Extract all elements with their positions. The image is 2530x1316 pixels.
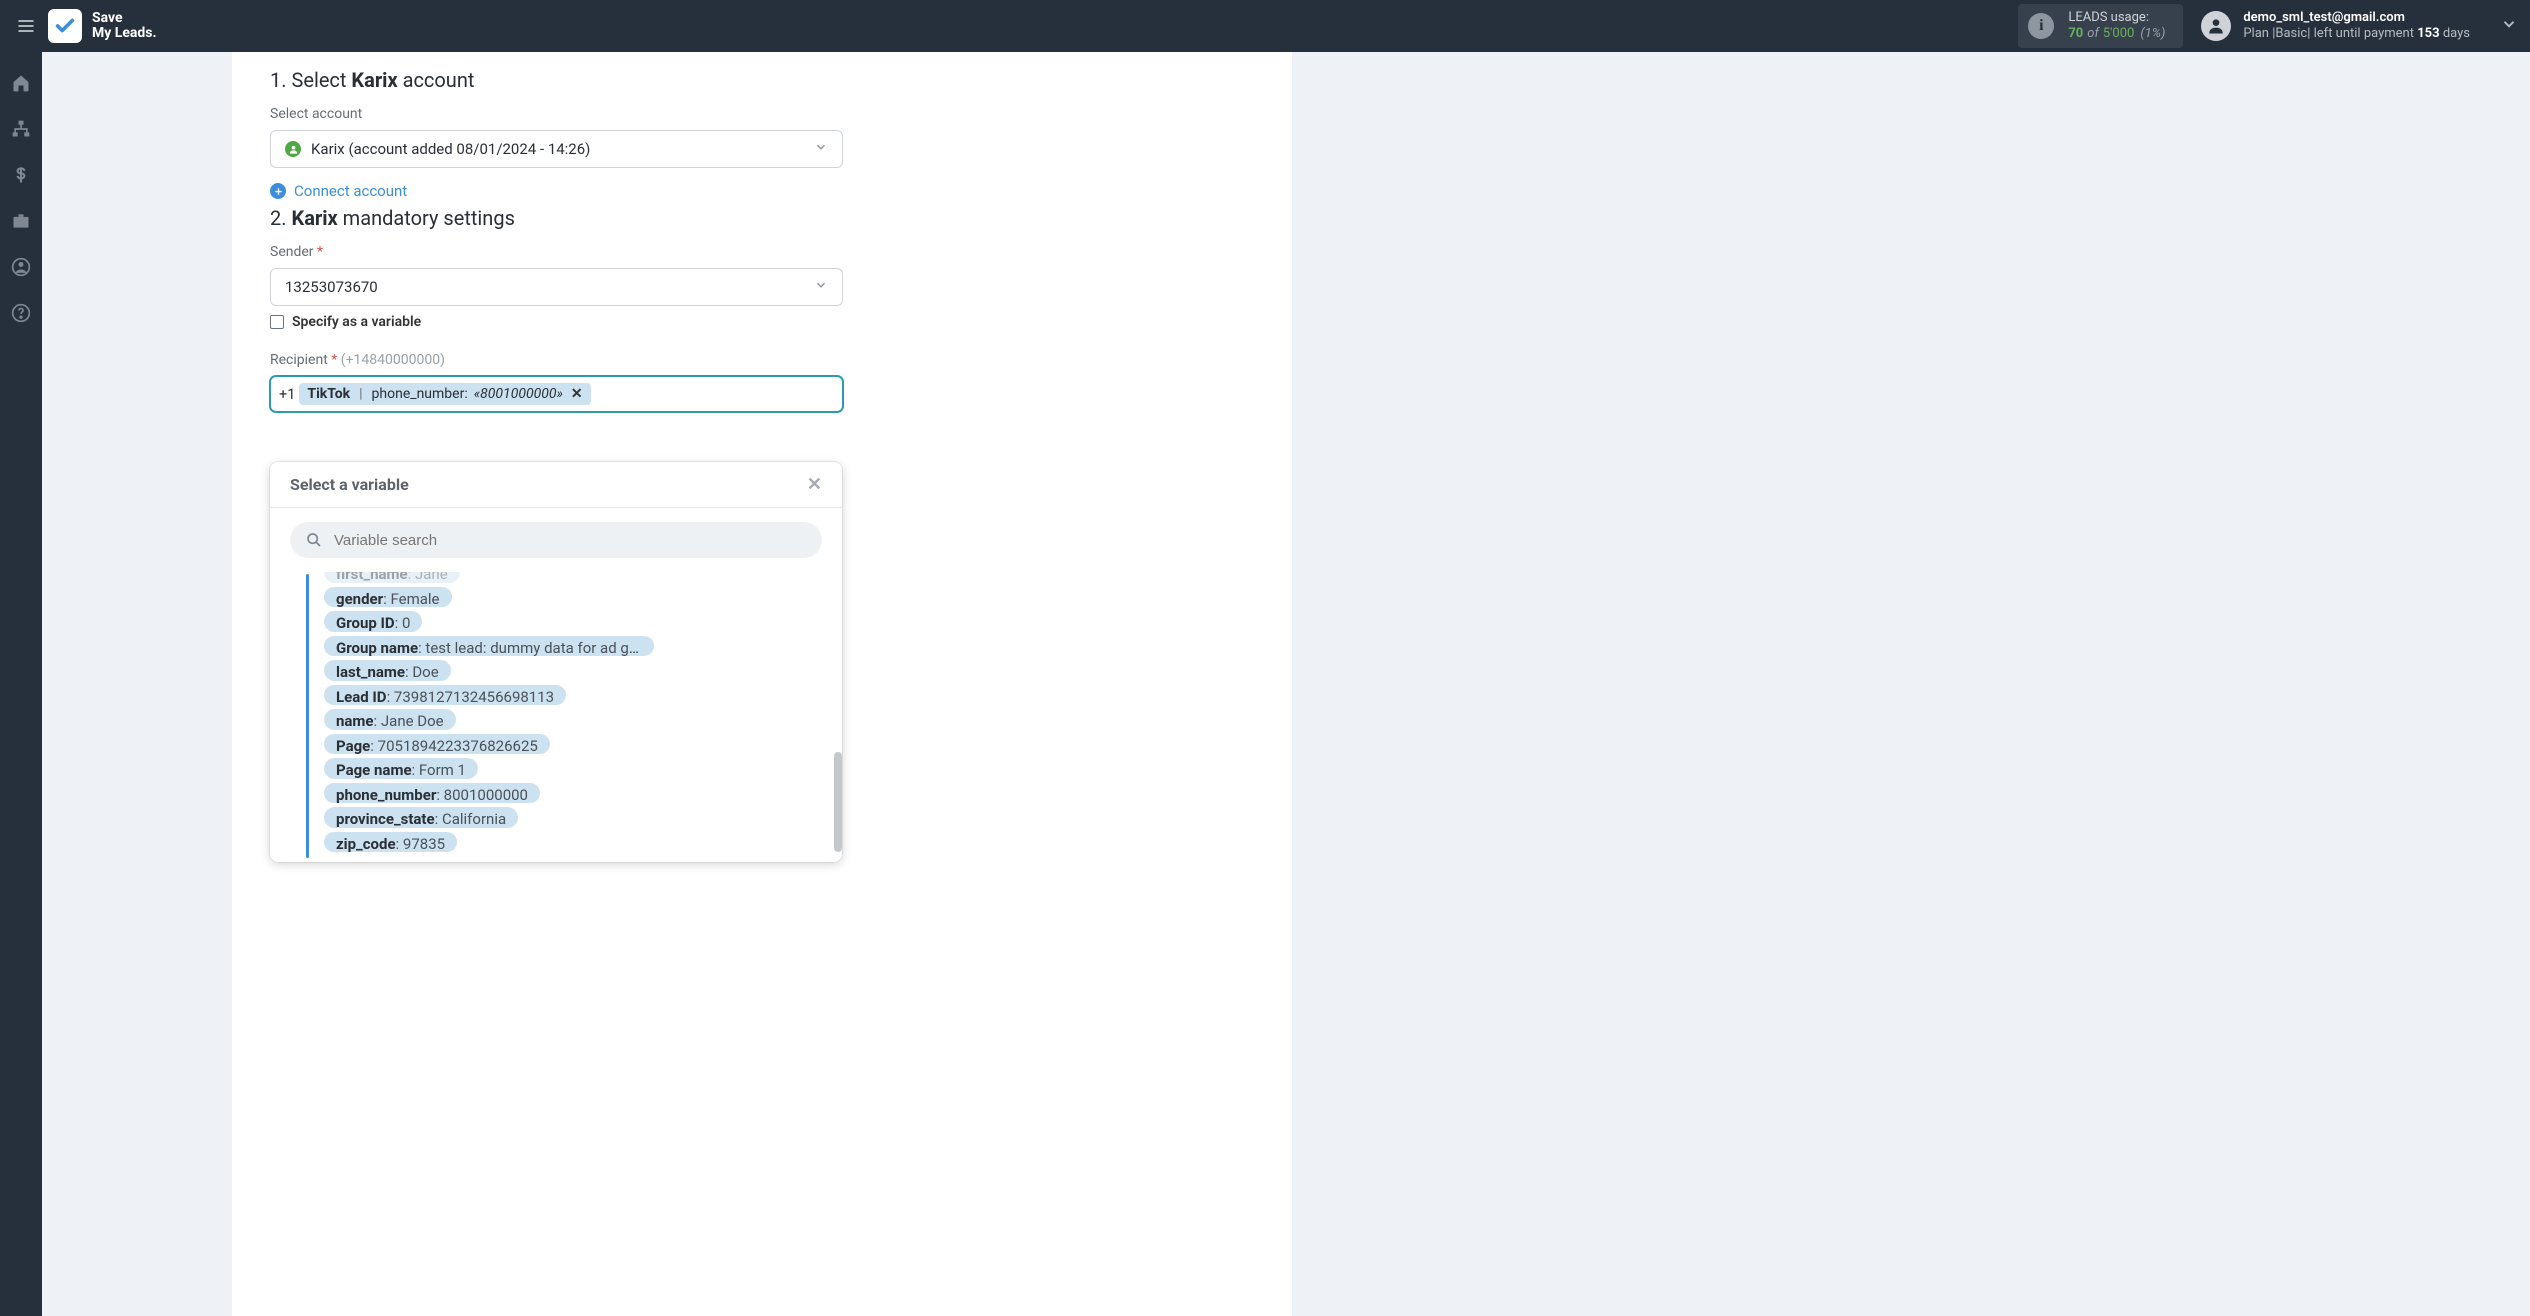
- connect-account-link[interactable]: Connect account: [270, 182, 1254, 200]
- hamburger-menu-icon[interactable]: [12, 12, 40, 40]
- sender-select[interactable]: 13253073670: [270, 268, 843, 306]
- variable-popover: Select a variable ✕ first_name: Jane gend…: [270, 462, 842, 862]
- variable-item[interactable]: zip_code: 97835: [324, 832, 457, 853]
- account-select[interactable]: Karix (account added 08/01/2024 - 14:26): [270, 130, 843, 168]
- chevron-down-icon: [2500, 15, 2518, 37]
- briefcase-icon[interactable]: [10, 210, 32, 232]
- user-circle-icon[interactable]: [10, 256, 32, 278]
- variable-item[interactable]: last_name: Doe: [324, 660, 451, 681]
- variable-item[interactable]: Page: 7051894223376826625: [324, 734, 550, 755]
- logo-mark-icon: [48, 9, 82, 43]
- recipient-label: Recipient * (+14840000000): [270, 352, 1254, 368]
- sitemap-icon[interactable]: [10, 118, 32, 140]
- sidebar: [0, 52, 42, 1316]
- usage-title: LEADS usage:: [2068, 10, 2165, 26]
- select-account-label: Select account: [270, 106, 1254, 122]
- content: 1. Select Karix account Select account K…: [42, 52, 2530, 1316]
- sender-value: 13253073670: [285, 278, 378, 296]
- settings-card: 1. Select Karix account Select account K…: [232, 52, 1292, 1316]
- variable-item[interactable]: province_state: California: [324, 807, 518, 828]
- plus-circle-icon: [270, 183, 286, 199]
- sender-label: Sender *: [270, 244, 1254, 260]
- variable-item[interactable]: Page name: Form 1: [324, 758, 478, 779]
- info-icon: i: [2028, 13, 2054, 39]
- variable-item[interactable]: Group ID: 0: [324, 611, 422, 632]
- popover-title: Select a variable: [290, 475, 409, 494]
- recipient-prefix: +1: [279, 386, 295, 403]
- variable-item[interactable]: Group name: test lead: dummy data for ad…: [324, 636, 654, 657]
- help-icon[interactable]: [10, 302, 32, 324]
- account-connected-icon: [285, 141, 301, 157]
- dollar-icon[interactable]: [10, 164, 32, 186]
- topbar: Save My Leads. i LEADS usage: 70of5'000(…: [0, 0, 2530, 52]
- account-select-value: Karix (account added 08/01/2024 - 14:26): [311, 140, 590, 158]
- home-icon[interactable]: [10, 72, 32, 94]
- avatar-icon: [2201, 11, 2231, 41]
- variable-item[interactable]: first_name: Jane: [324, 572, 460, 583]
- recipient-input[interactable]: +1 TikTok|phone_number: «8001000000» ✕: [270, 376, 843, 412]
- account-plan: Plan |Basic| left until payment 153 days: [2243, 26, 2470, 42]
- leads-usage-panel: i LEADS usage: 70of5'000(1%): [2018, 4, 2183, 49]
- specify-variable-checkbox[interactable]: Specify as a variable: [270, 314, 1254, 330]
- variable-item[interactable]: Lead ID: 7398127132456698113: [324, 685, 566, 706]
- variable-tag: TikTok|phone_number: «8001000000» ✕: [299, 383, 590, 405]
- close-icon[interactable]: ✕: [807, 474, 822, 495]
- checkbox-icon: [270, 315, 284, 329]
- remove-tag-icon[interactable]: ✕: [569, 386, 583, 402]
- variable-search-input[interactable]: [334, 532, 806, 549]
- logo[interactable]: Save My Leads.: [48, 9, 157, 43]
- account-email: demo_sml_test@gmail.com: [2243, 10, 2470, 26]
- scrollbar-thumb[interactable]: [834, 752, 842, 852]
- variable-item[interactable]: gender: Female: [324, 587, 452, 608]
- variable-item[interactable]: name: Jane Doe: [324, 709, 456, 730]
- variable-item[interactable]: phone_number: 8001000000: [324, 783, 540, 804]
- logo-text: Save My Leads.: [92, 11, 157, 40]
- step1-title: 1. Select Karix account: [270, 68, 1254, 92]
- chevron-down-icon: [814, 278, 828, 296]
- step2-title: 2. Karix mandatory settings: [270, 206, 1254, 230]
- usage-value: 70of5'000(1%): [2068, 26, 2165, 42]
- variable-search[interactable]: [290, 522, 822, 558]
- search-icon: [306, 532, 322, 548]
- account-menu[interactable]: demo_sml_test@gmail.com Plan |Basic| lef…: [2201, 10, 2518, 43]
- group-indicator: [306, 574, 309, 858]
- chevron-down-icon: [814, 140, 828, 158]
